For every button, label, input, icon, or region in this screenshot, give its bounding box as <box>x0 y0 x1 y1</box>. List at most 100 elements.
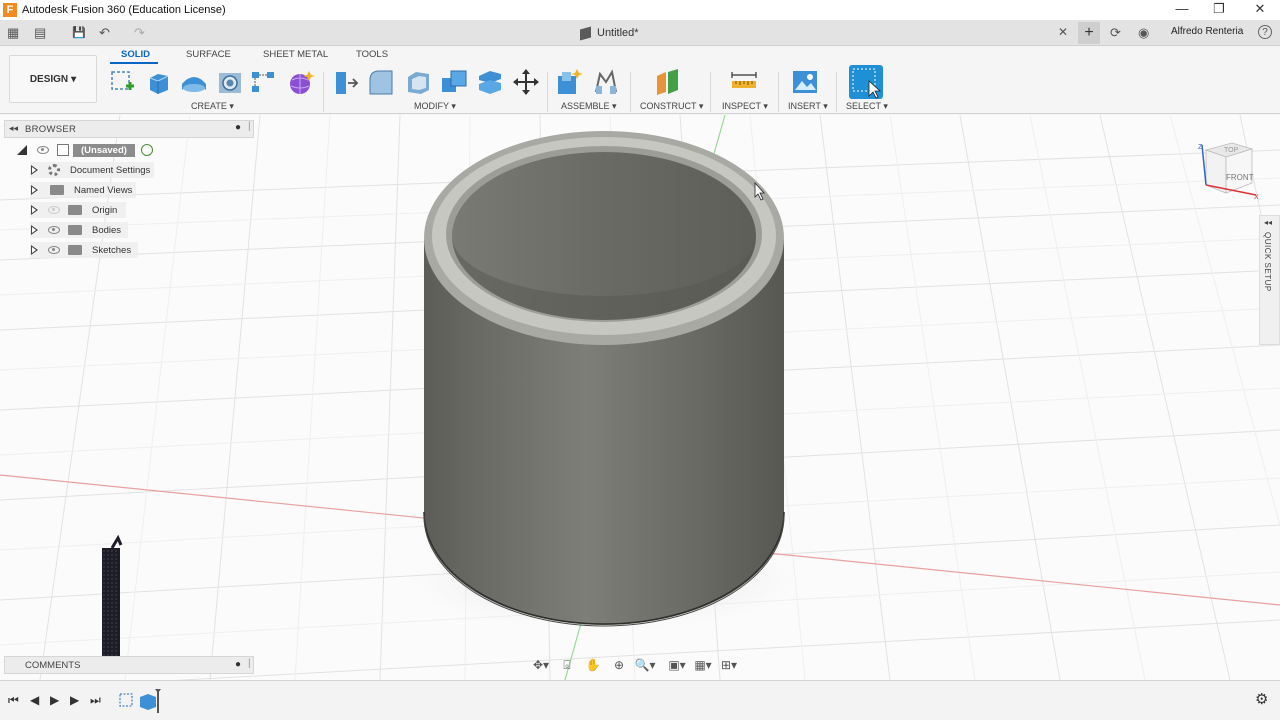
file-menu-icon[interactable]: ▤ <box>34 25 46 41</box>
collapse-arrows-icon[interactable]: ◂◂ <box>1264 218 1272 227</box>
undo-icon[interactable]: ↶ <box>99 25 110 41</box>
collapse-triangle-icon[interactable] <box>17 145 27 155</box>
new-component-icon[interactable] <box>556 68 584 96</box>
collapse-browser-icon[interactable]: ◂◂ <box>9 123 18 134</box>
press-pull-icon[interactable] <box>332 68 360 96</box>
new-tab-button[interactable]: + <box>1078 22 1100 44</box>
modify-group-label[interactable]: MODIFY ▾ <box>414 101 456 112</box>
select-group-label[interactable]: SELECT ▾ <box>846 101 888 112</box>
browser-minus-icon[interactable]: ● <box>235 122 241 133</box>
measure-icon[interactable] <box>730 68 758 96</box>
tab-sheet-metal[interactable]: SHEET METAL <box>263 49 328 60</box>
create-group-label[interactable]: CREATE ▾ <box>191 101 234 112</box>
comments-panel-header[interactable]: COMMENTS ● | <box>4 656 254 674</box>
comments-pin-icon[interactable]: | <box>248 658 251 669</box>
orbit-icon[interactable]: ✥▾ <box>530 657 552 673</box>
document-tab[interactable]: Untitled* <box>580 25 639 41</box>
tab-solid[interactable]: SOLID <box>121 49 150 60</box>
visibility-eye-icon[interactable] <box>37 146 49 154</box>
assemble-group-label[interactable]: ASSEMBLE ▾ <box>561 101 617 112</box>
go-to-start-icon[interactable]: ⏮ <box>8 693 19 708</box>
grid-settings-icon[interactable]: ▦▾ <box>692 657 714 673</box>
restore-button[interactable]: ❐ <box>1199 0 1239 20</box>
visibility-eye-icon[interactable] <box>48 206 60 214</box>
tab-surface[interactable]: SURFACE <box>186 49 231 60</box>
expand-triangle-icon[interactable] <box>30 164 40 176</box>
tab-tools[interactable]: TOOLS <box>356 49 388 60</box>
comments-title: COMMENTS <box>25 660 81 671</box>
notification-icon[interactable]: ◉ <box>1138 25 1149 41</box>
split-body-icon[interactable] <box>476 68 504 96</box>
fusion-logo-icon: F <box>3 3 17 17</box>
viewports-icon[interactable]: ⊞▾ <box>718 657 740 673</box>
combine-icon[interactable] <box>440 68 468 96</box>
3d-viewport[interactable] <box>0 115 1280 680</box>
browser-panel-header[interactable]: ◂◂ BROWSER ● | <box>4 120 254 138</box>
expand-triangle-icon[interactable] <box>30 184 40 196</box>
browser-item-origin[interactable]: Origin <box>30 202 126 218</box>
step-back-icon[interactable]: ◀ <box>30 693 39 707</box>
expand-triangle-icon[interactable] <box>30 204 40 216</box>
step-forward-icon[interactable]: ▶ <box>70 693 79 707</box>
joint-icon[interactable] <box>592 68 620 96</box>
look-at-icon[interactable]: ⌻ <box>556 657 578 673</box>
inspect-group-label[interactable]: INSPECT ▾ <box>722 101 768 112</box>
expand-triangle-icon[interactable] <box>30 224 40 236</box>
browser-item-bodies[interactable]: Bodies <box>30 222 128 238</box>
offset-plane-icon[interactable] <box>654 68 682 96</box>
fillet-icon[interactable] <box>367 68 395 96</box>
settings-gear-icon <box>48 164 60 176</box>
move-copy-icon[interactable] <box>512 68 540 96</box>
go-to-end-icon[interactable]: ⏭ <box>90 693 101 708</box>
close-tab-icon[interactable]: ✕ <box>1058 25 1068 39</box>
user-account-name[interactable]: Alfredo Renteria <box>1171 26 1243 37</box>
visibility-eye-icon[interactable] <box>48 226 60 234</box>
display-settings-icon[interactable]: ▣▾ <box>666 657 688 673</box>
browser-pin-icon[interactable]: | <box>248 121 251 132</box>
workspace-switcher-button[interactable]: DESIGN ▾ <box>9 55 97 103</box>
shell-icon[interactable] <box>404 68 432 96</box>
save-icon[interactable]: 💾 <box>72 25 86 41</box>
fit-zoom-icon[interactable]: 🔍▾ <box>634 657 656 673</box>
toolbar-separator <box>323 72 324 112</box>
browser-item-document-settings[interactable]: Document Settings <box>30 162 154 178</box>
document-icon <box>57 144 69 156</box>
extrude-icon[interactable] <box>144 68 172 96</box>
play-icon[interactable]: ▶ <box>50 693 59 707</box>
timeline-features[interactable] <box>118 689 166 713</box>
activate-check-icon[interactable] <box>140 144 153 156</box>
viewcube[interactable]: TOP FRONT X Z <box>1196 135 1262 203</box>
select-icon[interactable] <box>849 65 883 99</box>
browser-item-sketches[interactable]: Sketches <box>30 242 138 258</box>
add-comment-icon[interactable]: ● <box>235 659 241 670</box>
help-icon[interactable]: ? <box>1258 25 1272 39</box>
insert-image-icon[interactable] <box>791 68 819 96</box>
construct-group-label[interactable]: CONSTRUCT ▾ <box>640 101 703 112</box>
minimize-button[interactable]: — <box>1162 0 1202 20</box>
job-status-icon[interactable]: ⟳ <box>1110 25 1121 41</box>
insert-group-label[interactable]: INSERT ▾ <box>788 101 828 112</box>
expand-triangle-icon[interactable] <box>30 244 40 256</box>
browser-item-named-views[interactable]: Named Views <box>30 182 136 198</box>
viewport-canvas[interactable] <box>0 115 1280 680</box>
close-window-button[interactable]: ✕ <box>1240 0 1280 20</box>
create-sketch-icon[interactable] <box>108 68 136 96</box>
timeline-settings-gear-icon[interactable]: ⚙ <box>1255 690 1268 708</box>
toolbar-separator <box>778 72 779 112</box>
visibility-eye-icon[interactable] <box>48 246 60 254</box>
browser-root-row[interactable]: (Unsaved) <box>14 142 154 158</box>
timeline-sketch-icon <box>119 693 133 707</box>
quick-setup-panel[interactable]: ◂◂ QUICK SETUP <box>1259 215 1280 345</box>
create-form-icon[interactable] <box>287 68 315 96</box>
folder-icon <box>50 185 64 195</box>
zoom-icon[interactable]: ⊕ <box>608 657 630 673</box>
toolbar-separator <box>836 72 837 112</box>
hole-icon[interactable] <box>216 68 244 96</box>
pattern-icon[interactable] <box>250 68 278 96</box>
pan-hand-icon[interactable]: ✋ <box>582 657 604 673</box>
data-panel-grid-icon[interactable]: ▦ <box>7 25 19 41</box>
redo-icon[interactable]: ↷ <box>134 25 145 41</box>
viewcube-z-label: Z <box>1198 144 1203 151</box>
browser-root-label[interactable]: (Unsaved) <box>73 143 135 157</box>
revolve-icon[interactable] <box>180 68 208 96</box>
